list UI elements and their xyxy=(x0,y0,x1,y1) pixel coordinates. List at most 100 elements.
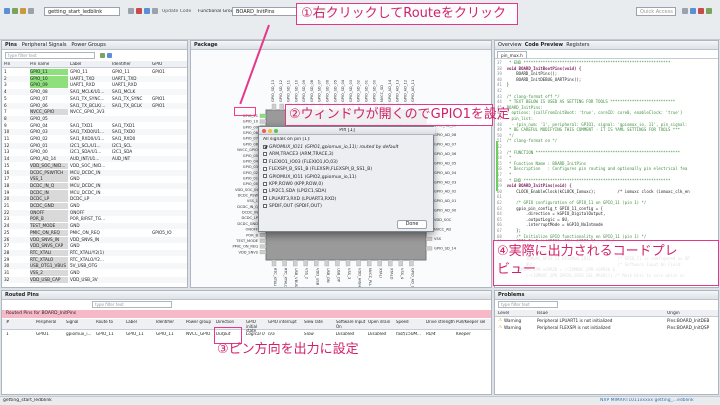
undo-icon[interactable] xyxy=(28,8,34,14)
peripherals-tool-icon[interactable] xyxy=(144,8,150,14)
signal-option[interactable]: FLEXIO1_IO03 (FLEXIO1,IO,03) xyxy=(263,159,338,166)
routed-col-header[interactable]: Power group xyxy=(186,320,215,325)
save-icon[interactable] xyxy=(12,8,18,14)
signal-option[interactable]: SPDIF,OUT (SPDIF,OUT) xyxy=(263,203,322,210)
open-icon[interactable] xyxy=(20,8,26,14)
show-all-icon[interactable] xyxy=(100,53,105,58)
table-row[interactable]: 15 VDD_SOC_IN/D... VDD_SOC_IN/D... xyxy=(2,162,187,169)
table-row[interactable]: 21 DCDC_GND GND xyxy=(2,203,187,209)
signal-checkbox[interactable] xyxy=(263,181,267,186)
table-row[interactable]: 13 GPIO_00 I2C1_SDA/U1... I2C1_SDA xyxy=(2,149,187,155)
pins-tab[interactable]: Pins xyxy=(5,42,17,48)
signal-option[interactable]: LPUART3,RXD (LPUART3,RXD) xyxy=(263,196,336,203)
table-row[interactable]: 20 DCDC_LP DCDC_LP xyxy=(2,196,187,203)
col-pin-name[interactable]: Pin name xyxy=(30,62,49,67)
routed-col-header[interactable]: Software Input On xyxy=(336,320,367,329)
clocks-perspective-icon[interactable] xyxy=(706,8,712,14)
signal-option[interactable]: GPIOMUX_IO11 (GPIO1,gpiomux_io,11); rout… xyxy=(263,144,399,151)
col-pin[interactable]: Pin xyxy=(4,62,10,67)
tab-overview[interactable]: Overview xyxy=(498,42,522,48)
routed-col-header[interactable]: Slew rate xyxy=(304,320,334,325)
table-row[interactable]: 22 ONOFF ONOFF xyxy=(2,209,187,216)
table-row[interactable]: 29 RTC_XTALO RTC_XTALO/Y2... xyxy=(2,256,187,263)
table-row[interactable]: 30 USB_OTG1_VBUS 5V_USB_OTG xyxy=(2,263,187,270)
table-row[interactable]: 18 DCDC_IN_Q MCU_DCDC_IN xyxy=(2,182,187,189)
routed-col-header[interactable]: Peripheral xyxy=(36,320,65,325)
pins-perspective-icon[interactable] xyxy=(698,8,704,14)
routed-col-header[interactable]: Label xyxy=(126,320,155,325)
table-row[interactable]: 8 GPIO_05 xyxy=(2,115,187,122)
signal-option[interactable]: GPIOMUX_IO11 (GPIO2,gpiomux_io,11) xyxy=(263,174,357,181)
table-row[interactable]: 2 GPIO_10 UART1_TXD UART1_TXD xyxy=(2,75,187,82)
config-perspective-icon[interactable] xyxy=(690,8,696,14)
routed-pins-tab[interactable]: Routed Pins xyxy=(5,292,39,298)
table-row[interactable]: 14 GPIO_AD_14 AUD_INT/U1... AUD_INT xyxy=(2,156,187,163)
gpio11-pin-highlight[interactable] xyxy=(234,107,256,116)
routed-table-row[interactable]: 1 GPIO1 gpiomux_i... GPIO_11 GPIO_11 GPIO_11 N… xyxy=(2,331,491,338)
routed-col-header[interactable]: Route to xyxy=(96,320,125,325)
signal-checkbox[interactable] xyxy=(263,144,267,149)
signal-option[interactable]: KPP,ROW0 (KPP,ROW,0) xyxy=(263,181,323,188)
filter-icon[interactable] xyxy=(107,53,112,58)
routed-col-header[interactable]: # xyxy=(6,320,34,325)
table-row[interactable]: 32 VDD_USB_CAP VDD_USB_3V xyxy=(2,276,187,283)
table-row[interactable]: 27 VDD_SNVS_CAP GND xyxy=(2,243,187,250)
tab-code-preview[interactable]: Code Preview xyxy=(525,42,563,48)
col-identifier[interactable]: Identifier xyxy=(112,62,131,67)
col-issue[interactable]: Issue xyxy=(537,311,548,316)
signal-checkbox[interactable] xyxy=(263,159,267,164)
tab-power-groups[interactable]: Power Groups xyxy=(71,42,106,48)
project-combo[interactable]: getting_start_ledblink xyxy=(44,7,120,16)
routed-col-header[interactable]: Drive strength xyxy=(426,320,455,325)
signal-option[interactable]: FLEXSPI_B_SS1_B (FLEXSPI,FLEXSPI_B_SS1_B… xyxy=(263,166,372,173)
table-row[interactable]: 5 GPIO_07 SAI1_TX_SYNC... SAI1_TX_SYNC GPIO1 xyxy=(2,96,187,102)
table-row[interactable]: 26 VDD_SNVS_IN VDD_SNVS_IN xyxy=(2,236,187,243)
file-tab-pin-mux-h[interactable]: pin_mux.h xyxy=(497,51,527,58)
package-tab[interactable]: Package xyxy=(194,42,218,48)
routed-col-header[interactable]: Speed xyxy=(396,320,425,325)
signal-checkbox[interactable] xyxy=(263,166,267,171)
table-row[interactable]: 3 GPIO_09 UART1_RXD UART1_RXD xyxy=(2,82,187,89)
routed-col-header[interactable]: Signal xyxy=(66,320,95,325)
quick-access-input[interactable]: Quick Access xyxy=(636,7,676,16)
table-row[interactable]: 6 GPIO_06 SAI1_TX_BCLK/... SAI1_TX_BCLK GPIO… xyxy=(2,102,187,109)
signal-checkbox[interactable] xyxy=(263,196,267,201)
update-code-button[interactable]: Update Code xyxy=(162,9,191,14)
table-row[interactable]: 28 RTC_XTALI RTC_XTALI/Y2(1) xyxy=(2,249,187,256)
table-row[interactable]: 1 GPIO_11 GPIO_11 GPIO_11 GPIO1 xyxy=(2,69,187,75)
tab-peripheral-signals[interactable]: Peripheral Signals xyxy=(22,42,67,48)
signal-option[interactable]: ARM,TRACE3 (ARM,TRACE,3) xyxy=(263,151,334,158)
signal-option[interactable]: LPI2C1,SDA (LPI2C1,SDA) xyxy=(263,188,326,195)
problems-filter-input[interactable]: type filter text xyxy=(498,301,558,308)
routed-col-header[interactable]: GPIO interrupt xyxy=(268,320,302,325)
table-row[interactable]: 31 VSS_2 GND xyxy=(2,270,187,276)
status-processor[interactable]: NXP MIMXRT1011xxxxx getting_...edblink xyxy=(600,398,694,403)
signal-checkbox[interactable] xyxy=(263,188,267,193)
table-row[interactable]: 25 PMIC_ON_REQ PMIC_ON_REQ GPIO5_IO xyxy=(2,229,187,236)
signal-checkbox[interactable] xyxy=(263,151,267,156)
done-button[interactable]: Done xyxy=(397,220,427,229)
pins-tool-icon[interactable] xyxy=(128,8,134,14)
problem-row[interactable]: ⚠ Warning Peripheral FLEXSPI is not initia… xyxy=(495,325,718,331)
table-row[interactable]: 19 DCDC_IN MCU_DCDC_IN xyxy=(2,189,187,196)
perspective-icon[interactable] xyxy=(682,8,688,14)
table-row[interactable]: 10 GPIO_03 SAI1_TXD0/U1... SAI1_TXD0 xyxy=(2,129,187,136)
table-row[interactable]: 17 VSS_1 GND xyxy=(2,176,187,183)
new-file-icon[interactable] xyxy=(4,8,10,14)
routed-col-header[interactable]: Identifier xyxy=(156,320,185,325)
tee-tool-icon[interactable] xyxy=(152,8,158,14)
col-origin[interactable]: Origin xyxy=(667,311,680,316)
routed-col-header[interactable]: Open drain xyxy=(368,320,396,325)
signal-checkbox[interactable] xyxy=(263,174,267,179)
table-row[interactable]: 24 TEST_MODE GND xyxy=(2,223,187,230)
signal-checkbox[interactable] xyxy=(263,203,267,208)
table-row[interactable]: 7 NVCC_GPIO NVCC_GPIO_3V3 xyxy=(2,109,187,116)
problems-tab[interactable]: Problems xyxy=(498,292,524,298)
routed-col-header[interactable]: Direction xyxy=(216,320,243,325)
pins-filter-input[interactable]: type filter text xyxy=(5,52,95,59)
table-row[interactable]: 23 POR_B POR_B/RST_TG... xyxy=(2,216,187,223)
table-row[interactable]: 11 GPIO_02 SAI1_RXD0/U1... SAI1_RXD0 xyxy=(2,136,187,142)
problem-row[interactable]: ⚠ Warning Peripheral LPUART1 is not initia… xyxy=(495,318,718,324)
table-row[interactable]: 9 GPIO_04 SAI1_TXD1 SAI1_TXD1 xyxy=(2,123,187,129)
table-row[interactable]: 16 DCDC_PSWITCH MCU_DCDC_IN xyxy=(2,169,187,176)
